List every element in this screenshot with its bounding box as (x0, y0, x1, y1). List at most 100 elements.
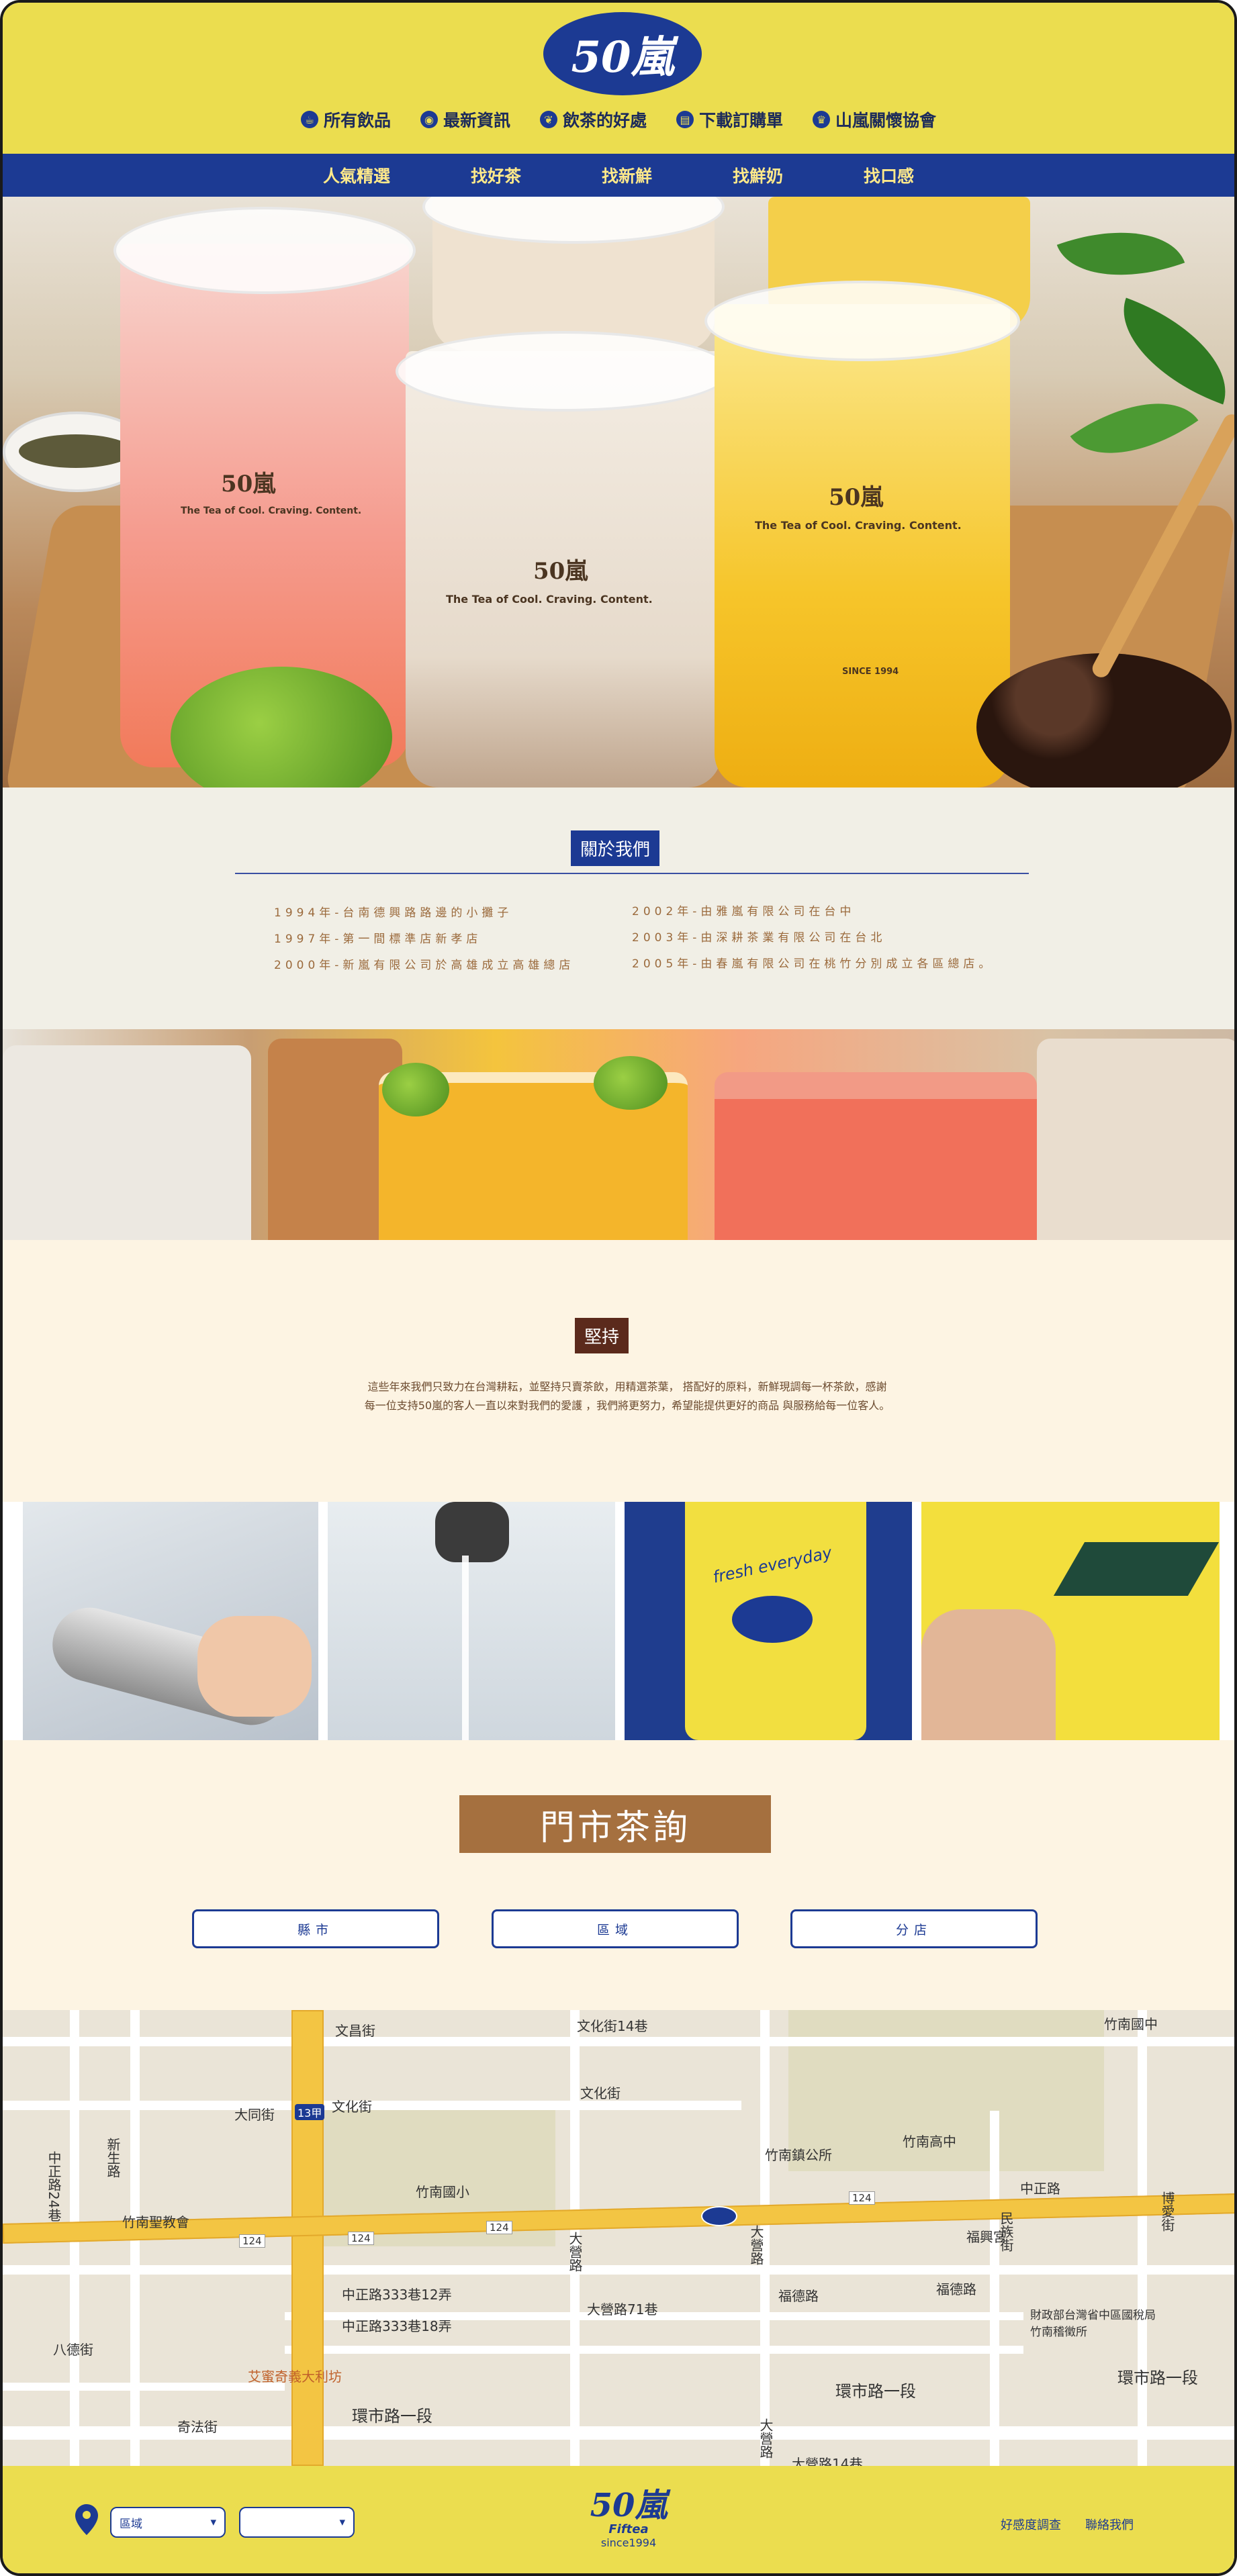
map-road (285, 2346, 1023, 2354)
timeline-item: 1997年-第一間標準店新孝店 (274, 933, 482, 946)
about-section: 關於我們 1994年-台南德興路路邊的小攤子 1997年-第一間標準店新孝店 2… (3, 788, 1234, 1029)
cup-since: SINCE 1994 (842, 667, 899, 677)
timeline-item: 1994年-台南德興路路邊的小攤子 (274, 906, 513, 920)
map-label: 124 (239, 2234, 265, 2248)
topnav-label: 飲茶的好處 (562, 111, 647, 130)
topnav-download-order[interactable]: ▤ 下載訂購單 (676, 107, 783, 132)
cup-tagline: The Tea of Cool. Craving. Content. (181, 506, 362, 516)
cup-logo: 50嵐 (221, 471, 276, 497)
map-road (990, 2111, 999, 2466)
map-road (3, 2265, 1234, 2275)
map-label: 新生路 (105, 2138, 121, 2178)
category-good-tea[interactable]: 找好茶 (471, 163, 521, 187)
hero-image: 50嵐 The Tea of Cool. Craving. Content. 5… (3, 197, 1234, 788)
lime-slice (382, 1063, 449, 1116)
crown-icon: ♛ (813, 111, 831, 128)
map-main-road-vertical (291, 2010, 324, 2466)
contact-link[interactable]: 聯絡我們 (1085, 2516, 1134, 2533)
topnav-label: 下載訂購單 (699, 111, 784, 130)
map-road (1138, 2010, 1147, 2466)
about-title: 關於我們 (571, 830, 660, 866)
about-divider (235, 873, 1029, 874)
drink-cup-pearl-milktea: 50嵐 The Tea of Cool. Craving. Content. (406, 351, 721, 788)
cup-tagline: The Tea of Cool. Craving. Content. (446, 593, 653, 606)
map-label: 財政部台灣省中區國稅局竹南稽徵所 (1030, 2309, 1156, 2339)
map-label: 竹南鎮公所 (765, 2147, 832, 2163)
footer-logo-sub: Fiftea (608, 2522, 649, 2536)
map-label: 中正路24巷 (46, 2151, 62, 2222)
chevron-down-icon: ▾ (339, 2516, 345, 2529)
footer-logo[interactable]: 50嵐 Fiftea since1994 (588, 2489, 669, 2549)
city-select-button[interactable]: 縣市 (192, 1909, 439, 1948)
footer-logo-text: 50嵐 (590, 2487, 668, 2524)
lime-slice (594, 1056, 668, 1110)
store-search-title: 門市茶詢 (459, 1795, 771, 1853)
select-value: 區域 (120, 2517, 142, 2531)
map-label: 艾蜜奇義大利坊 (248, 2369, 342, 2385)
drink-cup-pearl-milk (1037, 1039, 1234, 1240)
plant-leaf (1070, 371, 1199, 486)
process-photo-strip: fresh everyday (3, 1502, 1234, 1740)
plant-leaf (1056, 205, 1185, 302)
photo-hand-cup (921, 1502, 1220, 1740)
topnav-tea-benefits[interactable]: ❦ 飲茶的好處 (539, 107, 647, 132)
map-label: 八德街 (53, 2342, 93, 2358)
map-label: 竹南聖教會 (122, 2214, 189, 2230)
map-label: 13甲 (295, 2104, 325, 2120)
insist-title: 堅持 (575, 1318, 629, 1353)
map-label: 中正路 (1020, 2181, 1060, 2197)
branch-select-button[interactable]: 分店 (790, 1909, 1038, 1948)
footer-logo-since: since1994 (600, 2536, 657, 2549)
map-label: 中正路333巷18弄 (342, 2318, 452, 2334)
map-label: 大營路 (567, 2232, 583, 2272)
map-label: 福德路 (936, 2281, 976, 2297)
map-label: 124 (486, 2221, 512, 2234)
topnav-label: 最新資訊 (443, 111, 510, 130)
map-label: 124 (849, 2191, 875, 2205)
store-search-section: 門市茶詢 縣市 區域 分店 (3, 1740, 1234, 2010)
category-fresh-milk[interactable]: 找鮮奶 (733, 163, 783, 187)
map-label: 大營路 (748, 2225, 764, 2265)
insist-paragraph: 這些年來我們只致力在台灣耕耘，並堅持只賣茶飲，用精選茶葉， 搭配好的原料，新鮮現… (332, 1378, 923, 1415)
map-label: 124 (348, 2232, 374, 2245)
download-icon: ▤ (676, 111, 694, 128)
leaf-icon: ❦ (539, 111, 557, 128)
map-label: 博愛街 (1159, 2191, 1175, 2232)
drink-cup-milk (3, 1045, 251, 1240)
district-select-button[interactable]: 區域 (492, 1909, 739, 1948)
map-label: 環市路一段 (1117, 2369, 1198, 2387)
timeline-item: 2002年-由雅嵐有限公司在台中 (632, 905, 856, 918)
topnav-label: 所有飲品 (323, 111, 391, 130)
site-header: 50嵐 ☕ 所有飲品 ◉ 最新資訊 ❦ 飲茶的好處 ▤ 下載訂購單 ♛ 山嵐關懷… (3, 3, 1234, 154)
topnav-all-drinks[interactable]: ☕ 所有飲品 (300, 107, 391, 132)
insist-line: 這些年來我們只致力在台灣耕耘，並堅持只賣茶飲，用精選茶葉， 搭配好的原料，新鮮現… (367, 1380, 887, 1393)
footer-district-select[interactable]: 區域 ▾ (110, 2507, 226, 2538)
drinks-banner-image (3, 1029, 1234, 1240)
map-label: 奇法街 (177, 2419, 218, 2435)
map-label: 竹南國中 (1104, 2016, 1158, 2032)
timeline-item: 2000年-新嵐有限公司於高雄成立高雄總店 (274, 959, 575, 972)
insist-section: 堅持 這些年來我們只致力在台灣耕耘，並堅持只賣茶飲，用精選茶葉， 搭配好的原料，… (3, 1240, 1234, 1502)
brand-logo[interactable]: 50嵐 (543, 12, 702, 95)
map-label: 中正路333巷12弄 (342, 2287, 452, 2303)
about-timeline-right: 2002年-由雅嵐有限公司在台中 2003年-由深耕茶業有限公司在台北 2005… (632, 902, 994, 971)
drink-cup-passionfruit: 50嵐 The Tea of Cool. Craving. Content. S… (715, 304, 1010, 788)
topnav-news[interactable]: ◉ 最新資訊 (420, 107, 510, 132)
cup-logo: 50嵐 (533, 558, 588, 585)
cup-lid (396, 331, 731, 412)
category-popular[interactable]: 人氣精選 (323, 163, 390, 187)
category-fresh[interactable]: 找新鮮 (602, 163, 652, 187)
map-label: 竹南國小 (416, 2184, 469, 2200)
category-texture[interactable]: 找口感 (864, 163, 914, 187)
photo-pouring (328, 1502, 615, 1740)
cup-tagline: The Tea of Cool. Craving. Content. (755, 519, 962, 532)
photo-fresh-cup: fresh everyday (625, 1502, 912, 1740)
map-label: 文昌街 (335, 2023, 375, 2039)
store-location-marker[interactable] (701, 2206, 737, 2226)
topnav-care-association[interactable]: ♛ 山嵐關懷協會 (813, 107, 936, 132)
map-label: 環市路一段 (835, 2382, 916, 2401)
store-map[interactable]: 文昌街 文化街14巷 大同街 文化街 文化街 竹南國小 竹南鎮公所 竹南高中 竹… (3, 2010, 1234, 2466)
survey-link[interactable]: 好感度調查 (1001, 2516, 1061, 2533)
map-label: 大營路71巷 (587, 2301, 658, 2318)
footer-branch-select[interactable]: ▾ (239, 2507, 355, 2538)
